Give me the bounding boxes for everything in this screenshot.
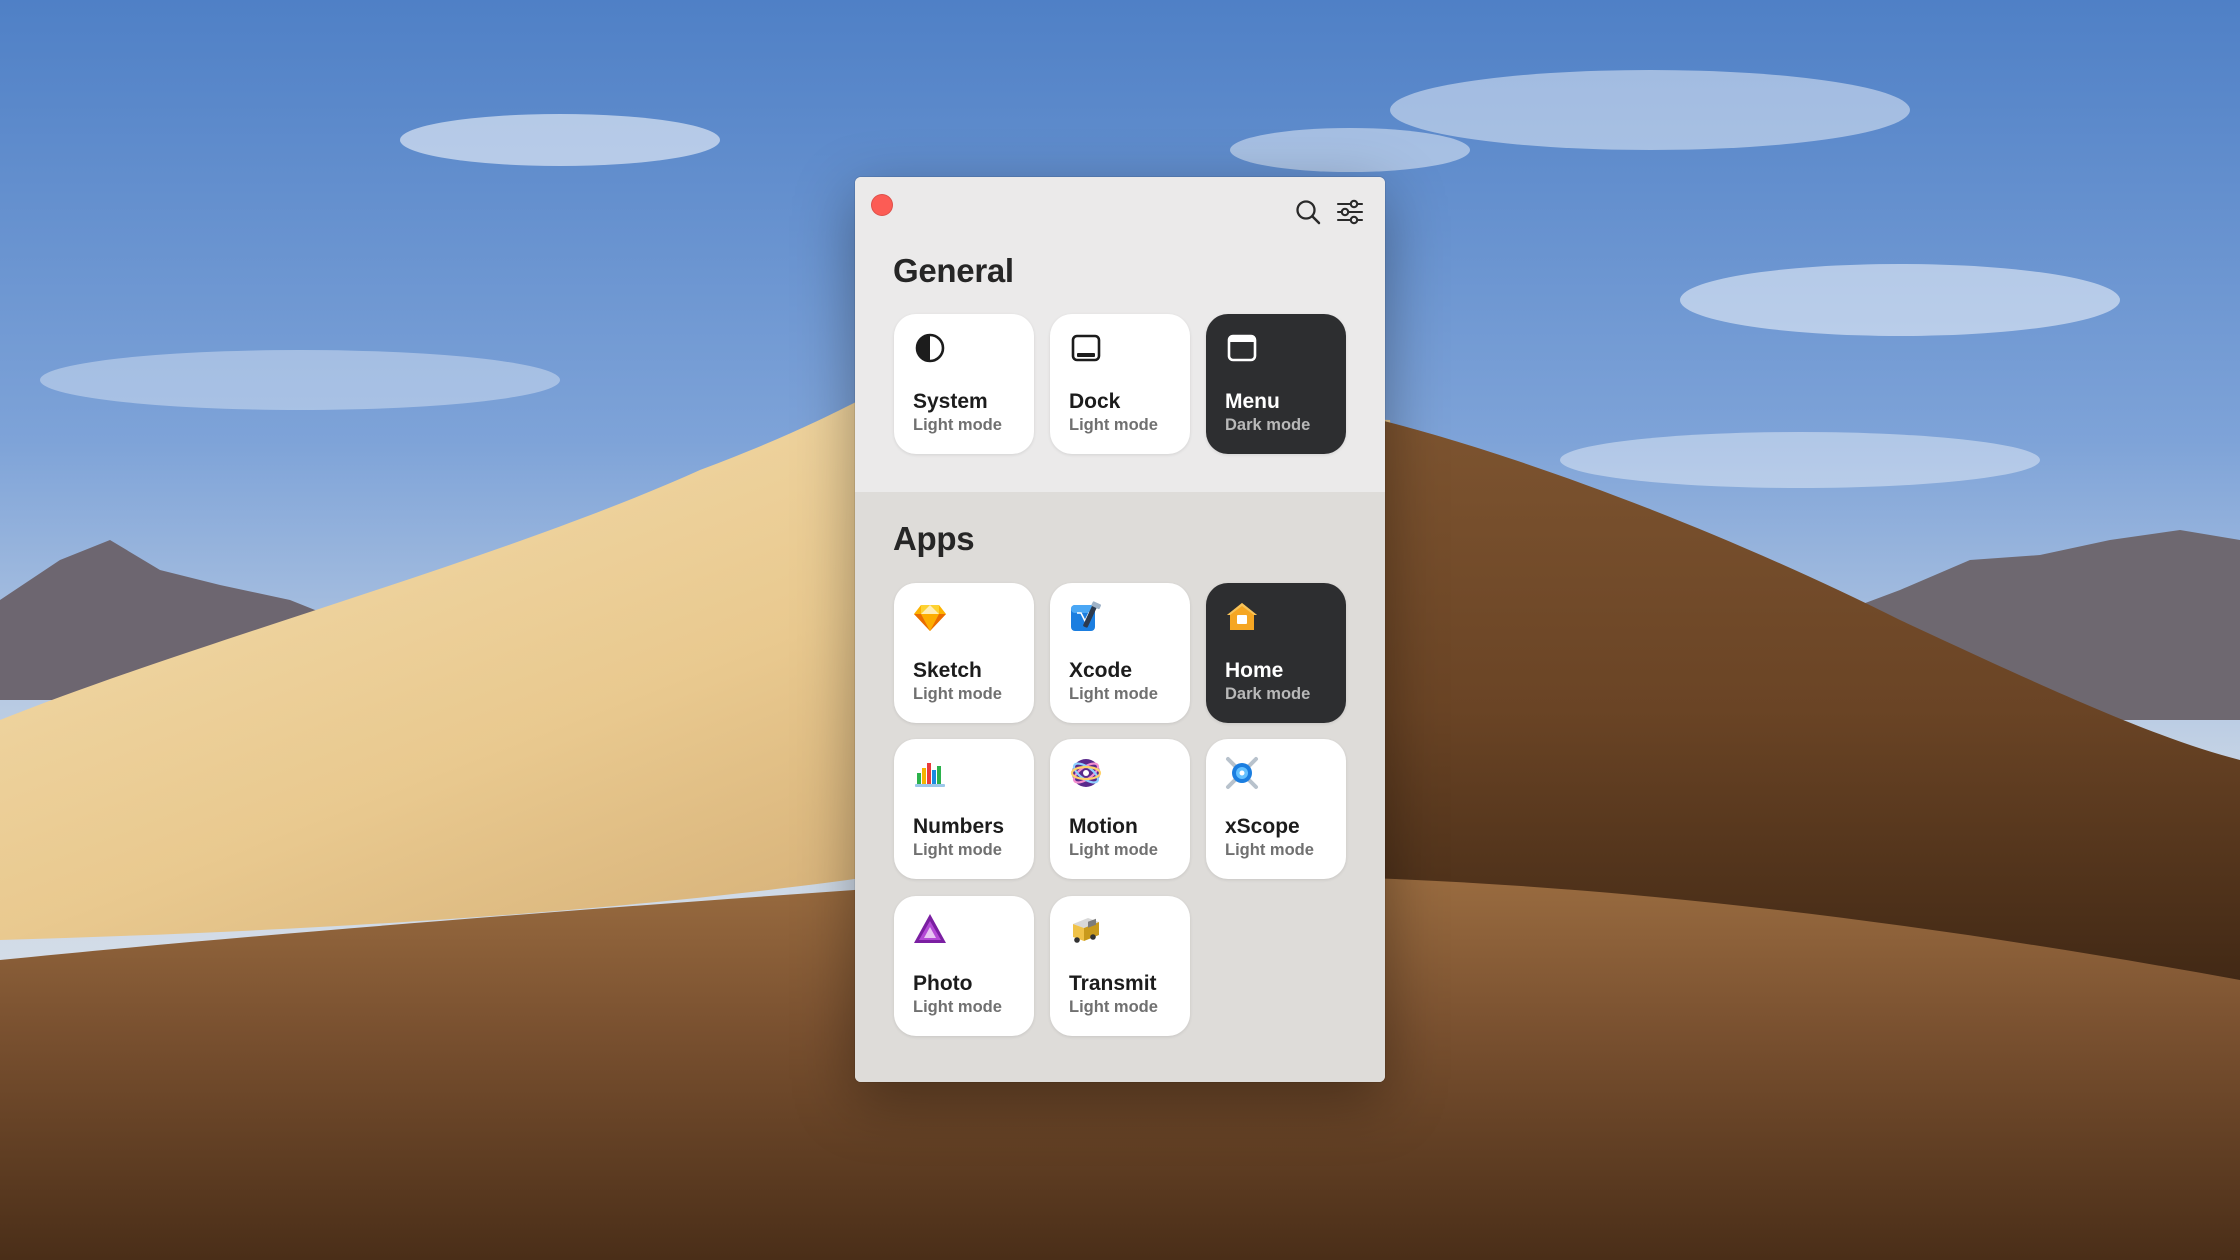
tile-mode: Light mode xyxy=(913,841,1002,859)
tile-sketch[interactable]: Sketch Light mode xyxy=(894,583,1034,723)
home-app-icon xyxy=(1224,599,1260,635)
search-button[interactable] xyxy=(1293,197,1323,227)
tile-mode: Light mode xyxy=(1069,841,1158,859)
motion-app-icon xyxy=(1068,755,1104,791)
tile-home[interactable]: Home Dark mode xyxy=(1206,583,1346,723)
general-section-title: General xyxy=(893,252,1014,289)
tile-mode: Light mode xyxy=(1225,841,1314,859)
tile-photo[interactable]: Photo Light mode xyxy=(894,896,1034,1036)
tile-system[interactable]: System Light mode xyxy=(894,314,1034,454)
half-circle-icon xyxy=(912,330,948,366)
transmit-app-icon xyxy=(1068,912,1104,948)
xcode-app-icon xyxy=(1068,599,1104,635)
tile-mode: Light mode xyxy=(913,416,1002,434)
tile-xscope[interactable]: xScope Light mode xyxy=(1206,739,1346,879)
tile-name: Xcode xyxy=(1069,659,1133,682)
tile-name: Numbers xyxy=(913,815,1005,838)
menu-bar-icon xyxy=(1224,330,1260,366)
close-button[interactable] xyxy=(871,194,893,216)
tile-name: Transmit xyxy=(1069,972,1157,995)
tile-mode: Light mode xyxy=(913,998,1002,1016)
xscope-app-icon xyxy=(1224,755,1260,791)
sliders-icon xyxy=(1336,199,1364,225)
tile-name: Sketch xyxy=(913,659,982,682)
dock-icon xyxy=(1068,330,1104,366)
tile-name: Photo xyxy=(913,972,973,995)
tile-name: xScope xyxy=(1225,815,1300,838)
tile-numbers[interactable]: Numbers Light mode xyxy=(894,739,1034,879)
tile-transmit[interactable]: Transmit Light mode xyxy=(1050,896,1190,1036)
tile-mode: Dark mode xyxy=(1225,685,1311,703)
tile-name: Dock xyxy=(1069,390,1121,413)
tile-name: Menu xyxy=(1225,390,1280,413)
tile-xcode[interactable]: Xcode Light mode xyxy=(1050,583,1190,723)
numbers-app-icon xyxy=(912,755,948,791)
settings-button[interactable] xyxy=(1335,197,1365,227)
appearance-switcher-window: General System Light mode Dock Light mod… xyxy=(855,177,1385,1082)
affinity-photo-app-icon xyxy=(912,912,948,948)
tile-dock[interactable]: Dock Light mode xyxy=(1050,314,1190,454)
tile-mode: Light mode xyxy=(913,685,1002,703)
search-icon xyxy=(1296,200,1321,225)
tile-mode: Dark mode xyxy=(1225,416,1311,434)
tile-name: Home xyxy=(1225,659,1284,682)
tile-mode: Light mode xyxy=(1069,685,1158,703)
tile-menu[interactable]: Menu Dark mode xyxy=(1206,314,1346,454)
tile-name: System xyxy=(913,390,988,413)
tile-name: Motion xyxy=(1069,815,1138,838)
tile-mode: Light mode xyxy=(1069,998,1158,1016)
general-section: General System Light mode Dock Light mod… xyxy=(855,177,1385,492)
tile-mode: Light mode xyxy=(1069,416,1158,434)
sketch-app-icon xyxy=(912,599,948,635)
tile-motion[interactable]: Motion Light mode xyxy=(1050,739,1190,879)
apps-section-title: Apps xyxy=(893,520,975,557)
